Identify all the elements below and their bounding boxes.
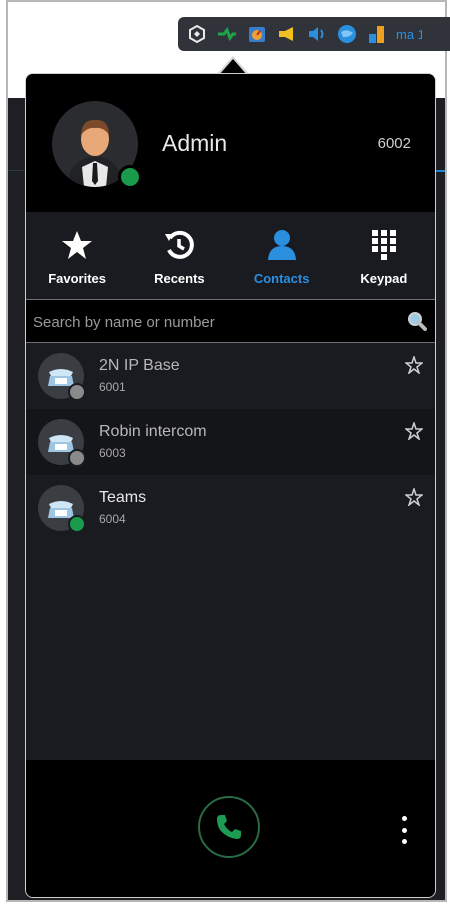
background-accent (435, 170, 445, 172)
tab-recents-label: Recents (154, 271, 205, 286)
search-icon[interactable] (407, 311, 427, 331)
favorite-star-icon[interactable] (405, 488, 423, 506)
more-dot (401, 816, 407, 821)
tab-contacts-label: Contacts (253, 271, 310, 286)
list-item[interactable]: Teams 6004 (26, 475, 435, 541)
volume-icon[interactable] (306, 23, 328, 45)
presence-indicator (68, 449, 86, 467)
signal-icon[interactable] (366, 23, 388, 45)
call-button[interactable] (198, 796, 260, 858)
megaphone-icon[interactable] (276, 23, 298, 45)
tab-contacts[interactable]: Contacts (231, 212, 333, 299)
speedometer-icon[interactable] (246, 23, 268, 45)
more-options-button[interactable] (399, 816, 409, 844)
more-dot (401, 839, 407, 844)
user-name: Admin (162, 130, 228, 156)
tab-recents[interactable]: Recents (128, 212, 230, 299)
user-status-indicator (118, 165, 142, 189)
search-bar (26, 299, 435, 343)
softphone-panel: Admin 6002 Favorites Recents Contacts Ke… (25, 73, 436, 898)
contact-extension: 6001 (99, 380, 126, 394)
tab-keypad-label: Keypad (360, 271, 408, 286)
list-item[interactable]: 2N IP Base 6001 (26, 343, 435, 409)
contact-name: Robin intercom (99, 423, 207, 440)
contact-name: Teams (99, 489, 147, 506)
presence-indicator (68, 383, 86, 401)
more-dot (401, 827, 407, 833)
contact-name: 2N IP Base (99, 357, 180, 374)
tray-clock: ma 1 (396, 26, 422, 42)
phone-icon (217, 815, 241, 839)
app-logo-icon[interactable] (186, 23, 208, 45)
contact-icon (265, 228, 299, 262)
user-extension: 6002 (377, 135, 411, 152)
keypad-icon (367, 228, 401, 262)
tab-keypad[interactable]: Keypad (333, 212, 435, 299)
globe-icon[interactable] (336, 23, 358, 45)
favorite-star-icon[interactable] (405, 422, 423, 440)
contact-list: 2N IP Base 6001 Robin intercom 6003 Team… (26, 343, 435, 760)
network-icon[interactable] (216, 23, 238, 45)
presence-indicator (68, 515, 86, 533)
contact-extension: 6003 (99, 446, 126, 460)
nav-tabs: Favorites Recents Contacts Keypad (26, 212, 435, 299)
favorite-star-icon[interactable] (405, 356, 423, 374)
tab-favorites-label: Favorites (48, 271, 107, 286)
list-item[interactable]: Robin intercom 6003 (26, 409, 435, 475)
star-icon (60, 228, 94, 262)
user-header: Admin 6002 (26, 74, 435, 212)
search-input[interactable] (31, 307, 395, 337)
tab-favorites[interactable]: Favorites (26, 212, 128, 299)
call-footer (26, 760, 435, 897)
contact-extension: 6004 (99, 512, 126, 526)
system-tray: ma 1 (178, 17, 450, 51)
history-icon (162, 228, 196, 262)
